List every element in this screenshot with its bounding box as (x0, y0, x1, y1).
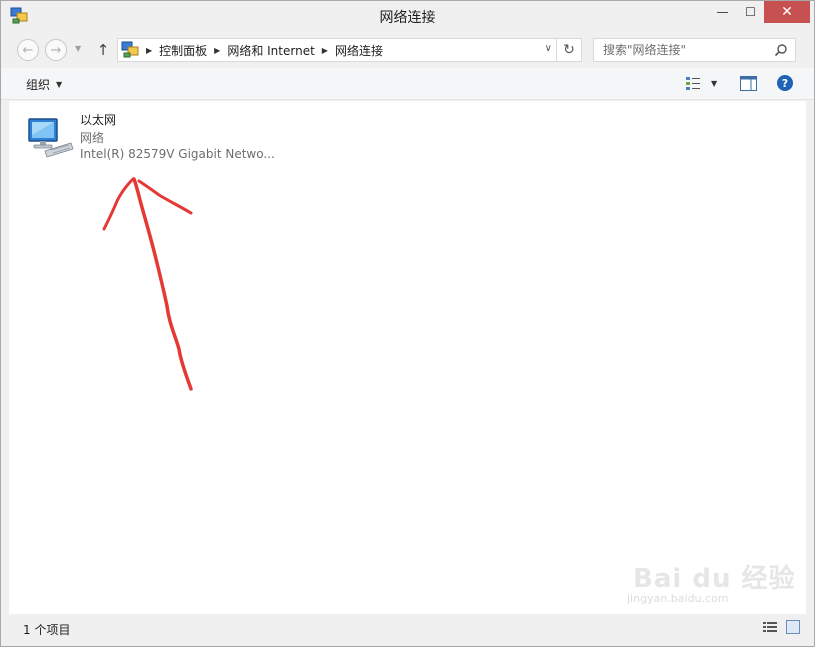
refresh-button[interactable]: ↻ (557, 38, 582, 62)
command-bar: 组织 ▼ ▼ ? (1, 68, 814, 100)
back-button[interactable]: ← (17, 39, 39, 61)
chevron-down-icon: ▼ (711, 78, 718, 88)
address-bar[interactable]: ▶ 控制面板 ▶ 网络和 Internet ▶ 网络连接 ∨ (117, 38, 557, 62)
organize-label: 组织 (26, 78, 51, 92)
search-input[interactable] (603, 43, 773, 57)
explorer-window: 网络连接 — ☐ ✕ ← → ▼ ↑ ▶ 控制面板 ▶ 网络和 Internet… (0, 0, 815, 647)
minimize-button[interactable]: — (708, 1, 737, 23)
annotation-arrow (102, 177, 193, 391)
watermark-url: jingyan.baidu.com (627, 592, 729, 605)
window-title: 网络连接 (379, 10, 436, 26)
title-bar: 网络连接 — ☐ ✕ (1, 1, 814, 32)
adapter-name: Intel(R) 82579V Gigabit Netwo... (80, 147, 275, 161)
ethernet-icon (28, 118, 74, 158)
address-dropdown-icon[interactable]: ∨ (545, 43, 552, 54)
breadcrumb-control-panel[interactable]: 控制面板 (159, 42, 207, 59)
up-button[interactable]: ↑ (93, 39, 113, 61)
search-icon[interactable] (774, 43, 788, 57)
maximize-button[interactable]: ☐ (737, 1, 764, 23)
breadcrumb-network-internet[interactable]: 网络和 Internet (227, 42, 314, 59)
watermark-brand: Bai du 经验 (633, 564, 796, 594)
organize-menu[interactable]: 组织 ▼ (26, 76, 62, 93)
chevron-down-icon: ▼ (56, 80, 63, 89)
breadcrumb-separator-icon[interactable]: ▶ (146, 46, 152, 55)
connection-status: 网络 (80, 131, 105, 145)
search-box[interactable] (593, 38, 796, 62)
file-list-pane[interactable]: 以太网 网络 Intel(R) 82579V Gigabit Netwo... … (9, 101, 806, 614)
change-view-button[interactable]: ▼ (685, 75, 717, 91)
details-view-icon[interactable] (763, 621, 777, 634)
status-bar: 1 个项目 (1, 614, 814, 646)
large-icons-view-icon[interactable] (786, 620, 800, 634)
preview-pane-icon[interactable] (740, 76, 757, 91)
breadcrumb-separator-icon[interactable]: ▶ (214, 46, 220, 55)
forward-button[interactable]: → (45, 39, 67, 61)
close-button[interactable]: ✕ (764, 1, 810, 23)
recent-locations-dropdown[interactable]: ▼ (75, 44, 81, 53)
breadcrumb-network-connections[interactable]: 网络连接 (335, 42, 383, 59)
view-options-icon (686, 77, 700, 90)
help-button[interactable]: ? (777, 75, 793, 91)
control-panel-icon (121, 41, 139, 58)
item-count: 1 个项目 (23, 623, 71, 637)
navigation-bar: ← → ▼ ↑ ▶ 控制面板 ▶ 网络和 Internet ▶ 网络连接 ∨ ↻ (1, 32, 814, 68)
connection-item[interactable]: 以太网 网络 Intel(R) 82579V Gigabit Netwo... (21, 107, 291, 163)
breadcrumb-separator-icon[interactable]: ▶ (322, 46, 328, 55)
watermark: Bai du 经验 jingyan.baidu.com (619, 556, 799, 611)
connection-name: 以太网 (80, 113, 117, 127)
